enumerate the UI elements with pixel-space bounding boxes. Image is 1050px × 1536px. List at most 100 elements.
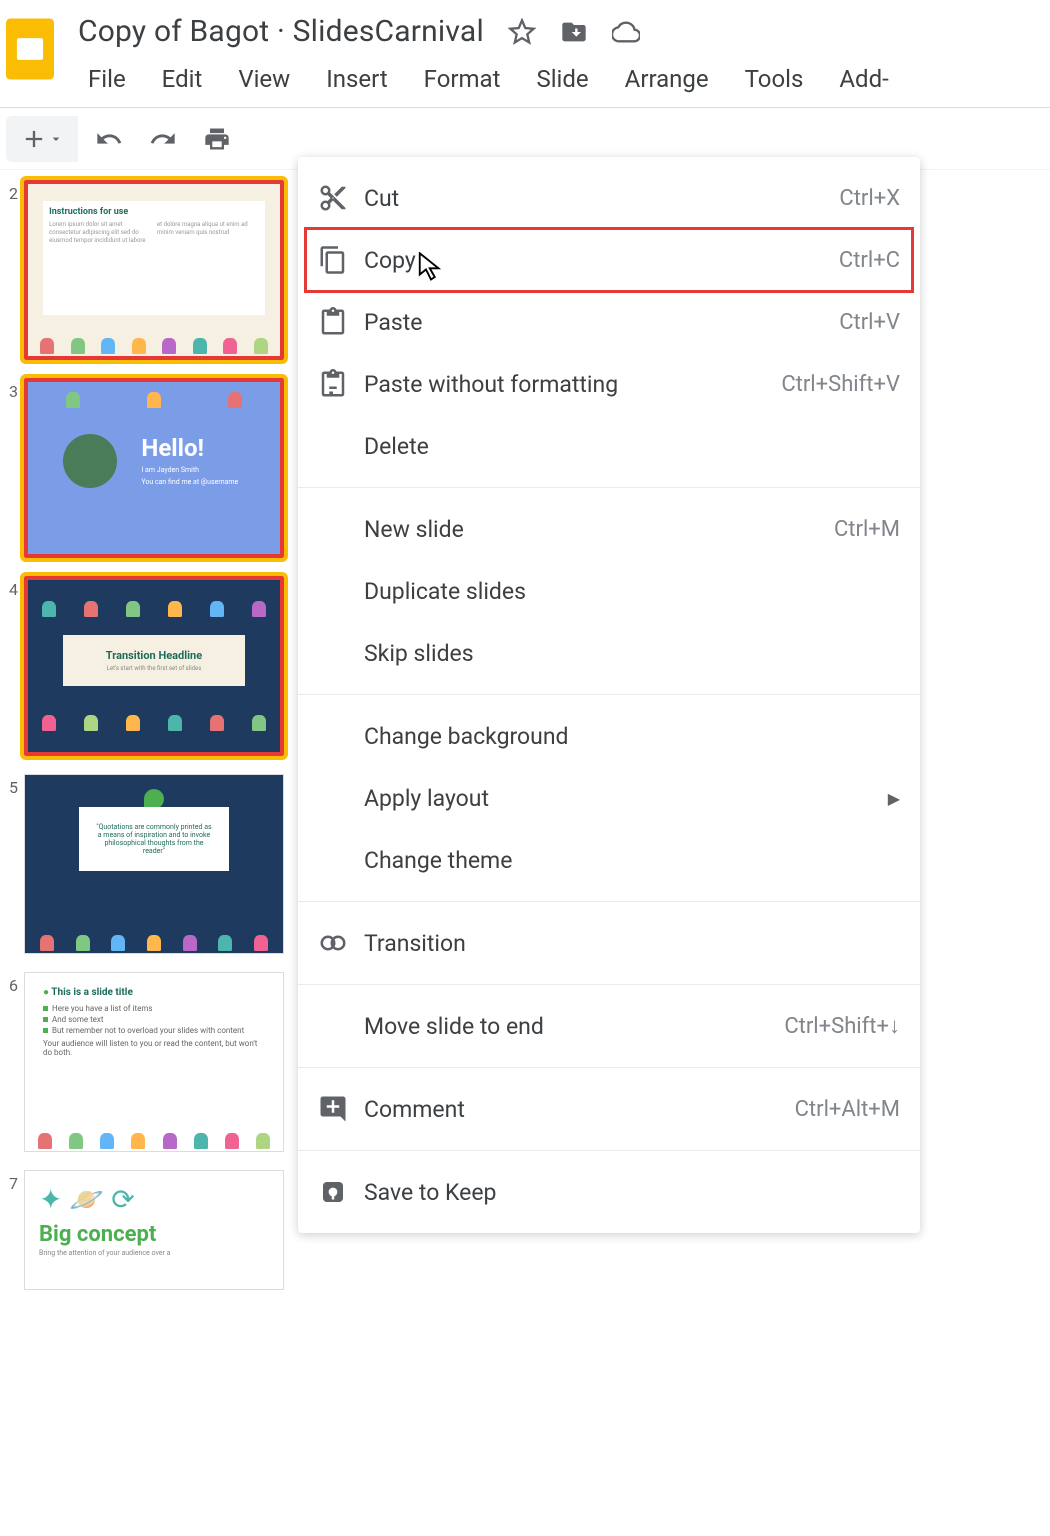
document-title[interactable]: Copy of Bagot · SlidesCarnival bbox=[78, 14, 484, 49]
star-icon[interactable] bbox=[508, 18, 536, 46]
cm-duplicate[interactable]: Duplicate slides bbox=[298, 560, 920, 622]
decoration-strip bbox=[25, 925, 283, 953]
cm-comment[interactable]: Comment Ctrl+Alt+M bbox=[298, 1078, 920, 1140]
thumbnail-panel[interactable]: 2 Instructions for use Lorem ipsum dolor… bbox=[0, 170, 305, 1516]
cm-label: Cut bbox=[364, 185, 839, 212]
slide-title: Instructions for use bbox=[49, 207, 259, 217]
thumb-number: 6 bbox=[0, 972, 24, 995]
cm-separator bbox=[298, 487, 920, 488]
undo-icon bbox=[95, 125, 123, 153]
cm-separator bbox=[298, 901, 920, 902]
move-folder-icon[interactable] bbox=[560, 18, 588, 46]
comment-icon bbox=[318, 1094, 348, 1124]
menu-edit[interactable]: Edit bbox=[162, 65, 203, 93]
slide-content: Instructions for use Lorem ipsum dolor s… bbox=[43, 201, 265, 315]
cm-paste[interactable]: Paste Ctrl+V bbox=[298, 291, 920, 353]
cm-shortcut: Ctrl+M bbox=[834, 517, 900, 542]
cm-shortcut: Ctrl+V bbox=[839, 310, 900, 335]
cm-label: Transition bbox=[364, 930, 900, 957]
cm-shortcut: Ctrl+Shift+V bbox=[781, 372, 900, 397]
cm-label: Comment bbox=[364, 1096, 795, 1123]
plus-icon bbox=[20, 125, 48, 153]
slide-subtitle: Bring the attention of your audience ove… bbox=[39, 1249, 269, 1257]
cm-separator bbox=[298, 984, 920, 985]
app-header: Copy of Bagot · SlidesCarnival File Edit… bbox=[0, 0, 1050, 108]
menu-arrange[interactable]: Arrange bbox=[625, 65, 709, 93]
menu-view[interactable]: View bbox=[238, 65, 290, 93]
cm-transition[interactable]: Transition bbox=[298, 912, 920, 974]
cm-label: Apply layout bbox=[364, 785, 888, 812]
thumb-number: 2 bbox=[0, 180, 24, 203]
thumb-number: 5 bbox=[0, 774, 24, 797]
thumb-number: 3 bbox=[0, 378, 24, 401]
cm-delete[interactable]: Delete bbox=[298, 415, 920, 477]
paste-icon bbox=[318, 307, 348, 337]
cm-new-slide[interactable]: New slide Ctrl+M bbox=[298, 498, 920, 560]
menu-insert[interactable]: Insert bbox=[326, 65, 387, 93]
header-content: Copy of Bagot · SlidesCarnival File Edit… bbox=[78, 10, 1050, 107]
redo-icon bbox=[149, 125, 177, 153]
cm-label: Change theme bbox=[364, 847, 900, 874]
cm-label: Move slide to end bbox=[364, 1013, 784, 1040]
copy-icon bbox=[318, 245, 348, 275]
slide-subtitle: Let's start with the first set of slides bbox=[71, 665, 236, 672]
thumb-wrap-5: 5 "Quotations are commonly printed as a … bbox=[0, 774, 293, 954]
cloud-icon[interactable] bbox=[612, 18, 640, 46]
menu-format[interactable]: Format bbox=[424, 65, 501, 93]
cm-move-end[interactable]: Move slide to end Ctrl+Shift+↓ bbox=[298, 995, 920, 1057]
chevron-right-icon: ▶ bbox=[888, 789, 900, 808]
thumb-wrap-2: 2 Instructions for use Lorem ipsum dolor… bbox=[0, 180, 293, 360]
cm-shortcut: Ctrl+Shift+↓ bbox=[784, 1013, 900, 1039]
title-row: Copy of Bagot · SlidesCarnival bbox=[78, 10, 1050, 59]
cm-shortcut: Ctrl+C bbox=[839, 248, 900, 273]
cm-label: Change background bbox=[364, 723, 900, 750]
thumb-number: 4 bbox=[0, 576, 24, 599]
menu-addons[interactable]: Add- bbox=[839, 65, 888, 93]
redo-button[interactable] bbox=[140, 116, 186, 162]
slides-logo[interactable] bbox=[0, 10, 60, 90]
decoration-strip bbox=[28, 328, 280, 356]
cm-skip[interactable]: Skip slides bbox=[298, 622, 920, 684]
avatar bbox=[63, 434, 117, 488]
slide-thumbnail-3[interactable]: Hello! I am Jayden Smith You can find me… bbox=[24, 378, 284, 558]
new-slide-button[interactable] bbox=[6, 116, 78, 162]
cm-label: Paste without formatting bbox=[364, 371, 781, 398]
print-button[interactable] bbox=[194, 116, 240, 162]
cm-change-theme[interactable]: Change theme bbox=[298, 829, 920, 891]
cm-change-bg[interactable]: Change background bbox=[298, 705, 920, 767]
cm-label: Delete bbox=[364, 433, 900, 460]
keep-icon bbox=[318, 1177, 348, 1207]
cm-paste-plain[interactable]: Paste without formatting Ctrl+Shift+V bbox=[298, 353, 920, 415]
thumb-wrap-3: 3 Hello! I am Jayden Smith You can find … bbox=[0, 378, 293, 558]
cm-label: Skip slides bbox=[364, 640, 900, 667]
thumb-number: 7 bbox=[0, 1170, 24, 1193]
slide-content: "Quotations are commonly printed as a me… bbox=[79, 807, 229, 871]
cm-apply-layout[interactable]: Apply layout ▶ bbox=[298, 767, 920, 829]
cm-copy[interactable]: Copy Ctrl+C bbox=[298, 229, 920, 291]
undo-button[interactable] bbox=[86, 116, 132, 162]
print-icon bbox=[203, 125, 231, 153]
cm-label: Paste bbox=[364, 309, 839, 336]
slide-thumbnail-7[interactable]: ✦ 🪐 ⟳ Big concept Bring the attention of… bbox=[24, 1170, 284, 1290]
cm-cut[interactable]: Cut Ctrl+X bbox=[298, 167, 920, 229]
cm-label: Duplicate slides bbox=[364, 578, 900, 605]
menubar: File Edit View Insert Format Slide Arran… bbox=[78, 59, 1050, 107]
cm-label: New slide bbox=[364, 516, 834, 543]
menu-tools[interactable]: Tools bbox=[745, 65, 804, 93]
transition-icon bbox=[318, 928, 348, 958]
cm-save-keep[interactable]: Save to Keep bbox=[298, 1161, 920, 1223]
slide-thumbnail-2[interactable]: Instructions for use Lorem ipsum dolor s… bbox=[24, 180, 284, 360]
cm-separator bbox=[298, 1067, 920, 1068]
decoration-strip bbox=[28, 382, 280, 410]
menu-slide[interactable]: Slide bbox=[536, 65, 588, 93]
menu-file[interactable]: File bbox=[88, 65, 126, 93]
slide-thumbnail-5[interactable]: "Quotations are commonly printed as a me… bbox=[24, 774, 284, 954]
cm-shortcut: Ctrl+Alt+M bbox=[795, 1097, 900, 1122]
cm-shortcut: Ctrl+X bbox=[839, 186, 900, 211]
slide-content: ✦ 🪐 ⟳ Big concept Bring the attention of… bbox=[25, 1171, 283, 1269]
cm-separator bbox=[298, 694, 920, 695]
slide-title: Big concept bbox=[39, 1222, 269, 1247]
slide-thumbnail-4[interactable]: Transition Headline Let's start with the… bbox=[24, 576, 284, 756]
thumb-wrap-6: 6 ● This is a slide title Here you have … bbox=[0, 972, 293, 1152]
slide-thumbnail-6[interactable]: ● This is a slide title Here you have a … bbox=[24, 972, 284, 1152]
